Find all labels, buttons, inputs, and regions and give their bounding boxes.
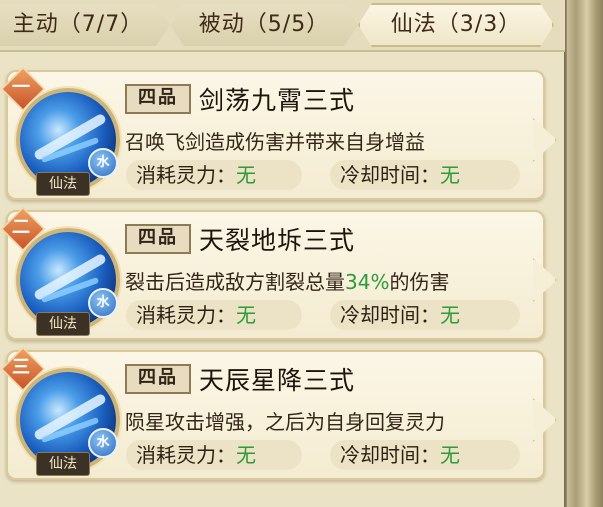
rank-label: 二 <box>12 217 30 238</box>
skill-card-3[interactable]: 三 水 仙法 四品 天辰星降三式 陨星攻击增强，之后为自身回复灵力 消耗灵力：无… <box>0 346 545 480</box>
tab-bar: 主动（7/7） 被动（5/5） 仙法（3/3） <box>0 0 565 52</box>
element-badge: 水 <box>88 428 118 458</box>
cooldown: 冷却时间：无 <box>330 300 520 330</box>
grade-badge: 四品 <box>125 364 191 394</box>
element-badge: 水 <box>88 148 118 178</box>
grade-badge: 四品 <box>125 84 191 114</box>
skill-name: 天辰星降三式 <box>199 366 356 395</box>
mana-cost: 消耗灵力：无 <box>126 440 302 470</box>
skill-card-2[interactable]: 二 水 仙法 四品 天裂地坼三式 裂击后造成敌方割裂总量34%的伤害 消耗灵力：… <box>0 206 545 340</box>
rank-label: 三 <box>12 357 30 378</box>
skill-description: 陨星攻击增强，之后为自身回复灵力 <box>125 410 445 434</box>
skill-description: 裂击后造成敌方割裂总量34%的伤害 <box>125 270 450 294</box>
skill-name: 天裂地坼三式 <box>199 226 356 255</box>
element-badge: 水 <box>88 288 118 318</box>
grade-badge: 四品 <box>125 224 191 254</box>
tab-passive-skills[interactable]: 被动（5/5） <box>170 4 358 46</box>
mana-cost: 消耗灵力：无 <box>126 300 302 330</box>
cooldown: 冷却时间：无 <box>330 160 520 190</box>
cooldown: 冷却时间：无 <box>330 440 520 470</box>
skill-name: 剑荡九霄三式 <box>199 86 356 115</box>
skill-card-1[interactable]: 一 水 仙法 四品 剑荡九霄三式 召唤飞剑造成伤害并带来自身增益 消耗灵力：无 … <box>0 66 545 200</box>
side-frame <box>567 0 603 507</box>
mana-cost: 消耗灵力：无 <box>126 160 302 190</box>
skill-description: 召唤飞剑造成伤害并带来自身增益 <box>125 130 425 154</box>
tab-immortal-arts[interactable]: 仙法（3/3） <box>358 3 554 47</box>
tab-active-skills[interactable]: 主动（7/7） <box>0 4 170 46</box>
damage-percent: 34% <box>345 270 390 294</box>
skill-type-label: 仙法 <box>36 312 90 336</box>
rank-label: 一 <box>12 77 30 98</box>
skill-type-label: 仙法 <box>36 172 90 196</box>
skill-type-label: 仙法 <box>36 452 90 476</box>
